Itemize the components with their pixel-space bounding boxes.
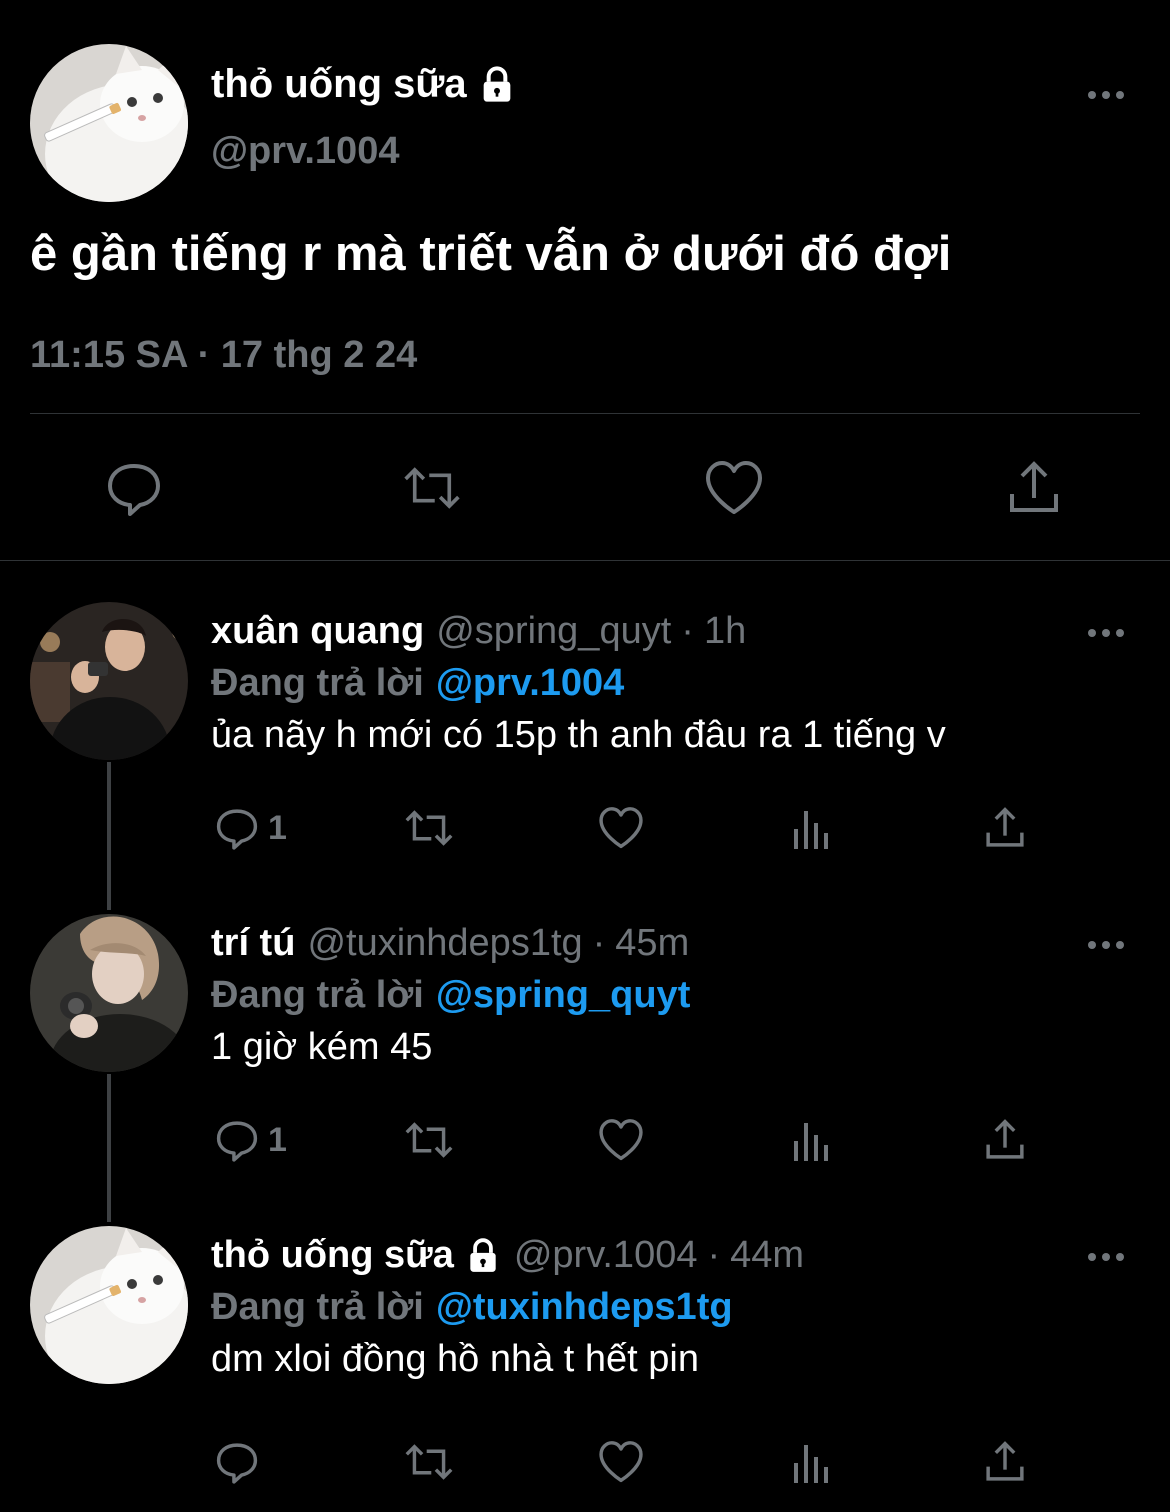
like-icon[interactable] xyxy=(598,1432,644,1492)
action-bar: 1 xyxy=(0,1110,1170,1170)
reply-icon xyxy=(214,1117,260,1163)
reply-header: xuân quang @spring_quyt · 1h xyxy=(211,610,746,653)
reply-text: dm xloi đồng hồ nhà t hết pin xyxy=(211,1338,700,1380)
like-icon[interactable] xyxy=(598,798,644,858)
share-icon[interactable] xyxy=(1004,458,1064,518)
share-icon[interactable] xyxy=(982,1432,1028,1492)
reply-header: trí tú @tuxinhdeps1tg · 45m xyxy=(211,922,689,965)
reply-text: 1 giờ kém 45 xyxy=(211,1026,433,1068)
replying-to: Đang trả lời @tuxinhdeps1tg xyxy=(211,1286,733,1328)
reply-tweet[interactable]: xuân quang @spring_quyt · 1h Đang trả lờ… xyxy=(0,602,1170,902)
avatar[interactable] xyxy=(30,1226,188,1384)
author-name[interactable]: thỏ uống sữa xyxy=(211,1234,454,1277)
like-icon[interactable] xyxy=(704,458,764,518)
reply-count: 1 xyxy=(268,1120,287,1159)
lock-icon xyxy=(477,65,517,105)
reply-tweet[interactable]: trí tú @tuxinhdeps1tg · 45m Đang trả lời… xyxy=(0,914,1170,1214)
reply-icon xyxy=(214,805,260,851)
reply-time[interactable]: 1h xyxy=(704,610,746,653)
more-options-icon[interactable] xyxy=(1086,936,1126,954)
separator: · xyxy=(707,1234,721,1276)
more-options-icon[interactable] xyxy=(1086,624,1126,642)
more-options-icon[interactable] xyxy=(1086,86,1126,104)
author-handle[interactable]: @prv.1004 xyxy=(211,130,399,173)
action-bar xyxy=(0,1432,1170,1492)
reply-icon[interactable] xyxy=(214,1432,260,1492)
reply-button[interactable]: 1 xyxy=(214,1110,287,1170)
divider xyxy=(0,560,1170,561)
share-icon[interactable] xyxy=(982,798,1028,858)
author-handle[interactable]: @spring_quyt xyxy=(436,610,671,653)
reply-button[interactable]: 1 xyxy=(214,798,287,858)
reply-icon[interactable] xyxy=(104,458,164,518)
reply-tweet[interactable]: thỏ uống sữa @prv.1004 · 44m Đang trả lờ… xyxy=(0,1226,1170,1512)
lock-icon xyxy=(464,1237,502,1275)
mention-link[interactable]: @prv.1004 xyxy=(436,662,624,704)
replying-to: Đang trả lời @prv.1004 xyxy=(211,662,625,704)
author-name[interactable]: xuân quang xyxy=(211,610,424,653)
mention-link[interactable]: @spring_quyt xyxy=(436,974,691,1016)
author-name[interactable]: trí tú xyxy=(211,922,295,965)
avatar[interactable] xyxy=(30,44,188,202)
separator: · xyxy=(592,922,606,964)
avatar[interactable] xyxy=(30,914,188,1072)
main-tweet: thỏ uống sữa @prv.1004 ê gần tiếng r mà … xyxy=(0,0,1170,560)
separator: · xyxy=(681,610,694,652)
analytics-icon[interactable] xyxy=(792,798,834,858)
more-options-icon[interactable] xyxy=(1086,1248,1126,1266)
retweet-icon[interactable] xyxy=(402,798,456,858)
author-handle[interactable]: @prv.1004 xyxy=(514,1234,698,1277)
reply-text: ủa nãy h mới có 15p th anh đâu ra 1 tiến… xyxy=(211,714,946,756)
retweet-icon[interactable] xyxy=(402,1432,456,1492)
reply-count: 1 xyxy=(268,808,287,847)
action-bar: 1 xyxy=(0,798,1170,858)
author-name[interactable]: thỏ uống sữa xyxy=(211,62,517,107)
tweet-text: ê gần tiếng r mà triết vẫn ở dưới đó đợi xyxy=(30,227,952,281)
divider xyxy=(30,413,1140,414)
reply-time[interactable]: 45m xyxy=(615,922,689,965)
tweet-timestamp[interactable]: 11:15 SA · 17 thg 2 24 xyxy=(30,334,417,377)
analytics-icon[interactable] xyxy=(792,1110,834,1170)
retweet-icon[interactable] xyxy=(402,1110,456,1170)
avatar[interactable] xyxy=(30,602,188,760)
analytics-icon[interactable] xyxy=(792,1432,834,1492)
mention-link[interactable]: @tuxinhdeps1tg xyxy=(436,1286,733,1328)
reply-time[interactable]: 44m xyxy=(730,1234,804,1277)
like-icon[interactable] xyxy=(598,1110,644,1170)
share-icon[interactable] xyxy=(982,1110,1028,1170)
replying-to: Đang trả lời @spring_quyt xyxy=(211,974,691,1016)
reply-header: thỏ uống sữa @prv.1004 · 44m xyxy=(211,1234,804,1277)
retweet-icon[interactable] xyxy=(402,458,462,518)
author-handle[interactable]: @tuxinhdeps1tg xyxy=(307,922,582,965)
